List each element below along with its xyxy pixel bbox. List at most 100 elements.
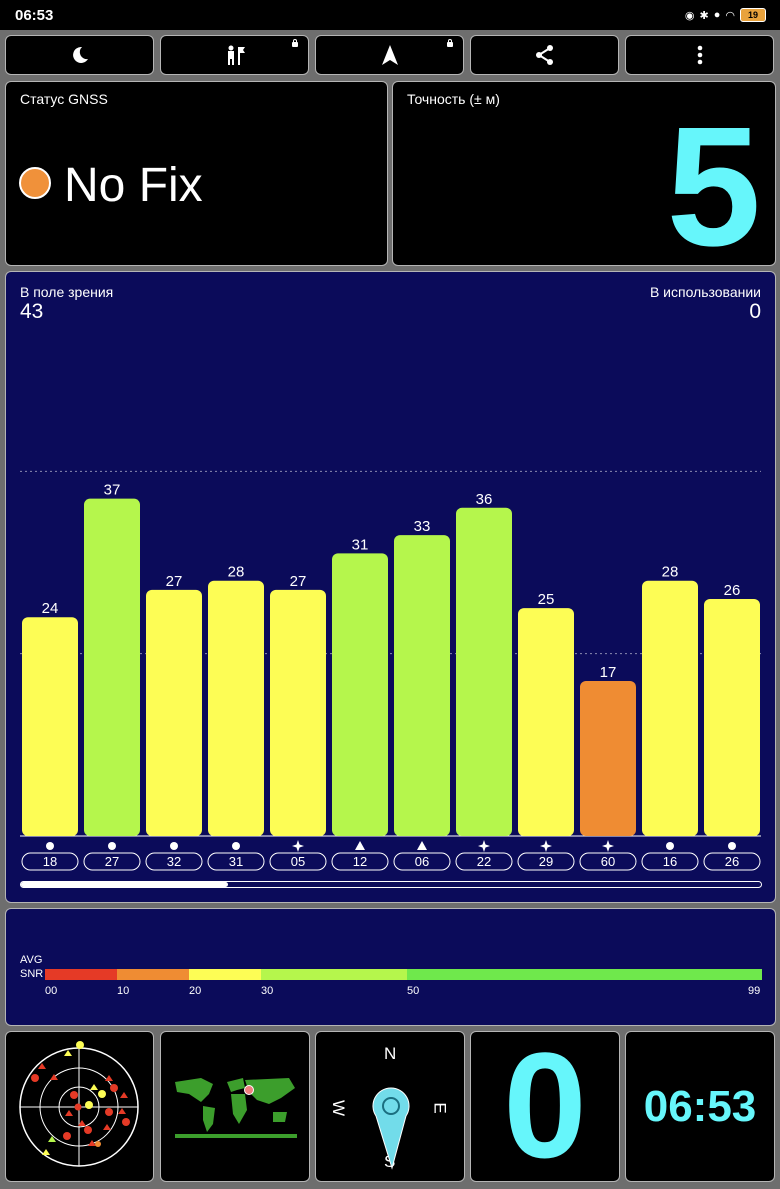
sky-plot-widget[interactable]: [5, 1031, 154, 1182]
bar-value-label: 27: [166, 573, 183, 590]
snr-tick-label: 00: [45, 985, 57, 997]
constellation-circle-icon: [232, 842, 240, 850]
signal-bar: [146, 589, 202, 836]
satellite-id-label: 05: [291, 854, 305, 869]
gnss-status-value: No Fix: [64, 159, 203, 212]
moon-icon: [72, 46, 88, 63]
world-map-widget[interactable]: [160, 1031, 310, 1182]
location-icon: ●: [713, 9, 721, 21]
night-mode-button[interactable]: [5, 35, 154, 75]
signal-bar: [642, 580, 698, 836]
snr-tick-label: 50: [407, 985, 419, 997]
constellation-triangle-icon: [417, 841, 427, 850]
bar-value-label: 24: [42, 600, 59, 617]
snr-tick-label: 30: [261, 985, 273, 997]
lock-icon: [447, 39, 453, 47]
share-icon: [535, 45, 553, 65]
nfc-icon: ◉: [684, 9, 695, 22]
constellation-circle-icon: [170, 842, 178, 850]
fix-indicator-dot: [19, 167, 51, 199]
compass-west: W: [329, 1099, 349, 1117]
status-time: 06:53: [15, 7, 54, 24]
chart-scrollbar[interactable]: [20, 881, 762, 888]
person-flag-icon: [227, 45, 245, 65]
share-button[interactable]: [470, 35, 619, 75]
signal-bar: [394, 535, 450, 836]
signal-bar: [208, 580, 264, 836]
signal-bar: [84, 498, 140, 836]
person-flag-button[interactable]: [160, 35, 309, 75]
avg-snr-panel: AVG SNR 00 10 20 30 50 99: [5, 908, 776, 1026]
bar-value-label: 27: [290, 573, 307, 590]
constellation-circle-icon: [666, 842, 674, 850]
gnss-status-panel[interactable]: Статус GNSS No Fix: [5, 81, 388, 266]
satellite-id-label: 26: [725, 854, 739, 869]
bar-value-label: 33: [414, 518, 431, 535]
snr-segment: [189, 969, 261, 980]
constellation-circle-icon: [728, 842, 736, 850]
constellation-triangle-icon: [355, 841, 365, 850]
satellite-id-label: 31: [229, 854, 243, 869]
satellite-id-label: 60: [601, 854, 615, 869]
chart-scrollbar-thumb[interactable]: [21, 882, 229, 887]
snr-segment: [45, 969, 117, 980]
constellation-star-icon: [478, 840, 490, 852]
bar-value-label: 37: [104, 482, 121, 499]
satellite-id-label: 18: [43, 854, 57, 869]
lock-icon: [292, 39, 298, 47]
constellation-circle-icon: [108, 842, 116, 850]
snr-tick-label: 10: [117, 985, 129, 997]
snr-scale: 00 10 20 30 50 99: [45, 969, 762, 997]
constellation-circle-icon: [46, 842, 54, 850]
status-bar: 06:53 ◉ ✱ ● ◠ 19: [0, 0, 780, 30]
constellation-star-icon: [602, 840, 614, 852]
compass-north: N: [384, 1044, 397, 1063]
accuracy-panel[interactable]: Точность (± м) 5: [392, 81, 776, 272]
signal-bar: [22, 617, 78, 836]
satellite-id-label: 22: [477, 854, 491, 869]
world-map-icon: [175, 1078, 297, 1138]
constellation-star-icon: [292, 840, 304, 852]
compass-needle-icon: [372, 1087, 410, 1170]
constellation-star-icon: [540, 840, 552, 852]
snr-segment: [117, 969, 189, 980]
compass-widget[interactable]: N S E W: [315, 1031, 465, 1182]
navigation-arrow-icon: [381, 45, 398, 65]
bar-value-label: 17: [600, 664, 617, 681]
snr-segment: [407, 969, 762, 980]
satellite-id-label: 16: [663, 854, 677, 869]
bar-value-label: 31: [352, 536, 369, 553]
bar-value-label: 28: [228, 564, 245, 581]
clock-value: 06:53: [643, 1082, 757, 1131]
bluetooth-icon: ✱: [699, 9, 709, 22]
snr-segment: [261, 969, 407, 980]
compass-east: E: [430, 1102, 450, 1114]
satellite-signal-panel[interactable]: В поле зрения 43 В использовании 0 24 18 3…: [5, 271, 776, 903]
signal-bar: [270, 589, 326, 836]
accuracy-value: 5: [666, 92, 761, 282]
snr-tick-label: 99: [748, 985, 760, 997]
gnss-status-label: Статус GNSS: [20, 91, 108, 107]
satellite-id-label: 27: [105, 854, 119, 869]
snr-bar-chart: 24 18 37 27 27 32 28 31 27 05 31 12 33 06 36 22 25 29 17 60…: [20, 470, 761, 871]
bar-value-label: 28: [662, 564, 679, 581]
status-icons: ◉ ✱ ● ◠ 19: [685, 7, 766, 23]
snr-tick-label: 20: [189, 985, 201, 997]
satellite-id-label: 29: [539, 854, 553, 869]
navigation-button[interactable]: [315, 35, 464, 75]
speed-value: 0: [503, 1021, 587, 1189]
wifi-icon: ◠: [725, 9, 735, 22]
signal-bar: [580, 681, 636, 836]
satellite-id-label: 32: [167, 854, 181, 869]
more-menu-button[interactable]: [625, 35, 774, 75]
signal-bar: [332, 553, 388, 836]
satellite-id-label: 06: [415, 854, 429, 869]
signal-bar: [704, 598, 760, 836]
bar-value-label: 25: [538, 591, 555, 608]
bar-value-label: 26: [724, 582, 741, 599]
signal-bar: [518, 608, 574, 836]
clock-widget[interactable]: 06:53: [625, 1031, 775, 1182]
signal-bar: [456, 507, 512, 836]
speed-widget[interactable]: 0: [470, 1021, 620, 1189]
satellite-id-label: 12: [353, 854, 367, 869]
